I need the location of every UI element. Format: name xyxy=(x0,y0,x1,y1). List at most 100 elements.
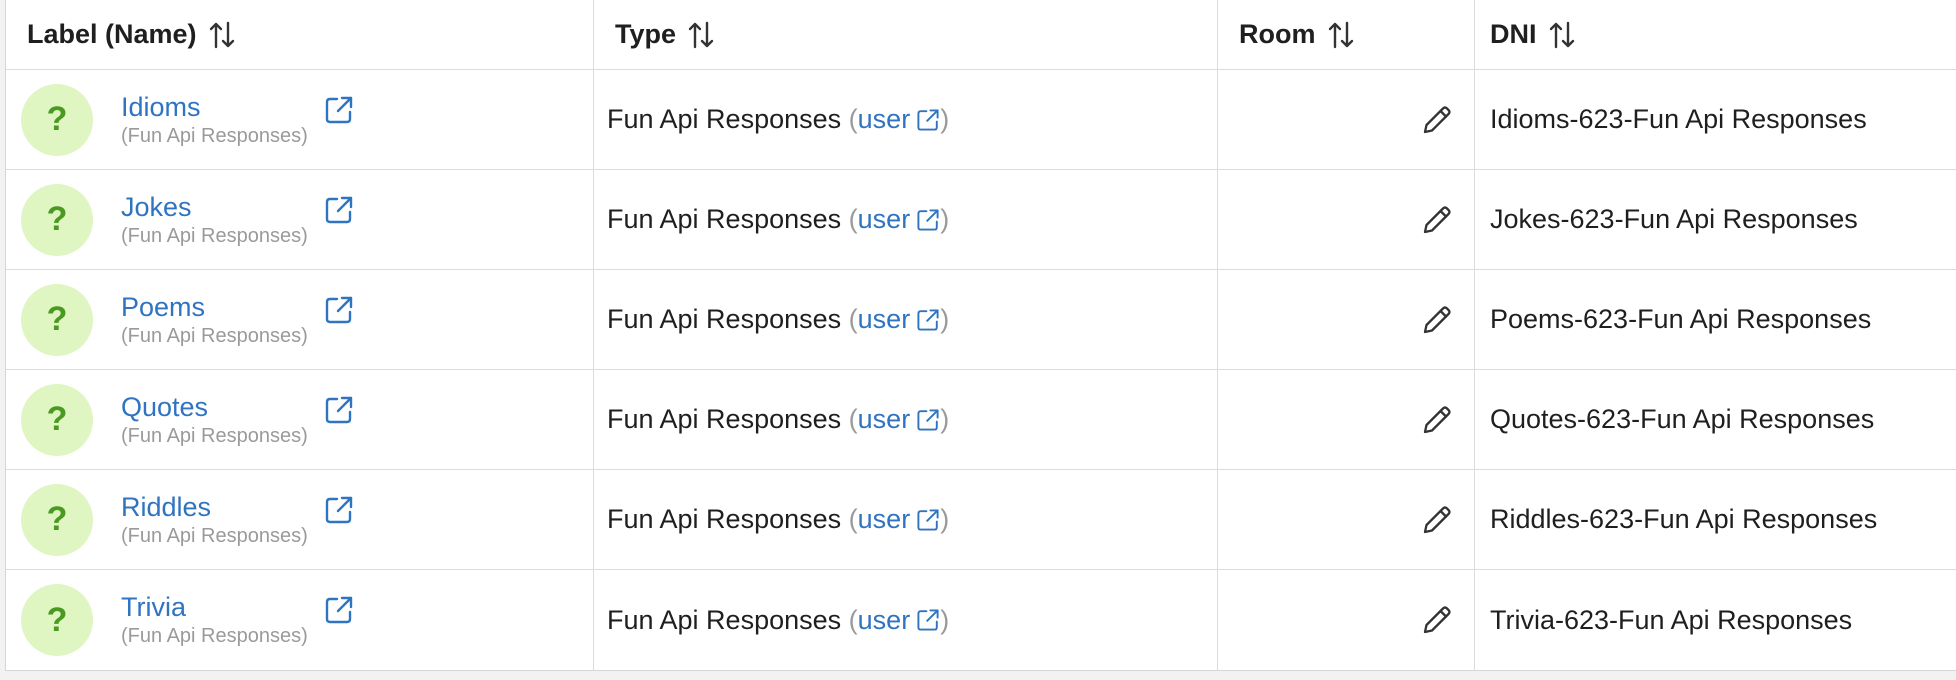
device-name-link[interactable]: Quotes xyxy=(121,392,313,422)
type-text: Fun Api Responses xyxy=(607,104,842,134)
type-text: Fun Api Responses xyxy=(607,504,842,534)
header-label-name[interactable]: Label (Name) xyxy=(6,0,594,70)
header-dni-text: DNI xyxy=(1490,19,1537,49)
type-text: Fun Api Responses xyxy=(607,404,842,434)
sort-arrows-icon[interactable] xyxy=(1549,20,1575,50)
pencil-icon[interactable] xyxy=(1420,303,1454,337)
external-link-icon[interactable] xyxy=(324,295,354,325)
pencil-icon[interactable] xyxy=(1420,603,1454,637)
table-row-type-cell: Fun Api Responses (user ) xyxy=(594,270,1218,370)
question-mark-avatar: ? xyxy=(21,183,93,256)
pencil-icon[interactable] xyxy=(1420,503,1454,537)
type-user-link[interactable]: user xyxy=(858,504,941,535)
device-name-subtitle: (Fun Api Responses) xyxy=(121,625,308,647)
table-row-room-cell xyxy=(1218,270,1475,370)
user-link-text: user xyxy=(857,404,911,434)
user-link-text: user xyxy=(857,604,911,635)
type-user-link[interactable]: user xyxy=(858,304,941,335)
external-link-icon[interactable] xyxy=(324,595,354,625)
paren-close: ) xyxy=(940,304,950,334)
external-link-icon[interactable] xyxy=(324,195,354,225)
external-link-icon xyxy=(916,608,940,632)
table-row-dni-cell: Idioms-623-Fun Api Responses xyxy=(1475,70,1956,170)
header-type[interactable]: Type xyxy=(594,0,1218,70)
header-label-name-text: Label (Name) xyxy=(27,19,197,49)
name-block: Idioms (Fun Api Responses) xyxy=(121,92,313,148)
device-name-link[interactable]: Idioms xyxy=(121,92,313,122)
table-row-name-cell: ? Idioms (Fun Api Responses) xyxy=(6,70,594,170)
external-link-icon xyxy=(916,208,940,232)
pencil-icon[interactable] xyxy=(1420,403,1454,437)
paren-close: ) xyxy=(940,604,950,635)
table-row-type-cell: Fun Api Responses (user ) xyxy=(594,170,1218,270)
paren-close: ) xyxy=(940,204,950,234)
sort-arrows-icon[interactable] xyxy=(209,20,235,50)
name-block: Poems (Fun Api Responses) xyxy=(121,292,313,348)
name-block: Quotes (Fun Api Responses) xyxy=(121,392,313,448)
name-block: Riddles (Fun Api Responses) xyxy=(121,492,313,548)
external-link-icon[interactable] xyxy=(324,395,354,425)
table-row-type-cell: Fun Api Responses (user ) xyxy=(594,70,1218,170)
question-mark-avatar: ? xyxy=(21,383,93,456)
pencil-icon[interactable] xyxy=(1420,103,1454,137)
device-name-link[interactable]: Poems xyxy=(121,292,313,322)
paren-open: ( xyxy=(848,604,858,635)
paren-close: ) xyxy=(940,504,950,534)
device-name-subtitle: (Fun Api Responses) xyxy=(121,324,308,347)
paren-open: ( xyxy=(848,104,858,134)
table-row-dni-cell: Quotes-623-Fun Api Responses xyxy=(1475,370,1956,470)
table-row-name-cell: ? Jokes (Fun Api Responses) xyxy=(6,170,594,270)
question-mark-avatar: ? xyxy=(21,283,93,356)
external-link-icon xyxy=(916,508,940,532)
external-link-icon xyxy=(916,308,940,332)
paren-open: ( xyxy=(848,204,858,234)
table-row-dni-cell: Jokes-623-Fun Api Responses xyxy=(1475,170,1956,270)
device-name-subtitle: (Fun Api Responses) xyxy=(121,124,308,147)
pencil-icon[interactable] xyxy=(1420,203,1454,237)
user-link-text: user xyxy=(857,504,911,534)
device-name-subtitle: (Fun Api Responses) xyxy=(121,224,308,247)
table-row-dni-cell: Poems-623-Fun Api Responses xyxy=(1475,270,1956,370)
type-user-link[interactable]: user xyxy=(858,404,941,435)
table-row-room-cell xyxy=(1218,170,1475,270)
header-room[interactable]: Room xyxy=(1218,0,1475,70)
paren-close: ) xyxy=(940,104,950,134)
table-row-type-cell: Fun Api Responses (user ) xyxy=(594,570,1218,670)
device-name-subtitle: (Fun Api Responses) xyxy=(121,524,308,547)
table-row-type-cell: Fun Api Responses (user ) xyxy=(594,370,1218,470)
device-name-link[interactable]: Jokes xyxy=(121,192,313,222)
name-block: Trivia (Fun Api Responses) xyxy=(121,592,313,648)
devices-table: Label (Name) Type Room DNI ? Idioms (Fun… xyxy=(5,0,1956,671)
type-user-link[interactable]: user xyxy=(858,104,941,135)
header-dni[interactable]: DNI xyxy=(1475,0,1956,70)
external-link-icon xyxy=(916,408,940,432)
header-type-text: Type xyxy=(615,19,677,49)
table-row-dni-cell: Riddles-623-Fun Api Responses xyxy=(1475,470,1956,570)
device-name-link[interactable]: Trivia xyxy=(121,592,313,622)
sort-arrows-icon[interactable] xyxy=(688,20,714,50)
sort-arrows-icon[interactable] xyxy=(1328,20,1354,50)
header-room-text: Room xyxy=(1239,19,1316,49)
external-link-icon[interactable] xyxy=(324,495,354,525)
paren-open: ( xyxy=(848,404,858,434)
table-row-room-cell xyxy=(1218,570,1475,670)
table-row-name-cell: ? Poems (Fun Api Responses) xyxy=(6,270,594,370)
external-link-icon[interactable] xyxy=(324,95,354,125)
user-link-text: user xyxy=(857,204,911,234)
device-name-link[interactable]: Riddles xyxy=(121,492,313,522)
name-block: Jokes (Fun Api Responses) xyxy=(121,192,313,248)
type-user-link[interactable]: user xyxy=(858,605,941,636)
paren-close: ) xyxy=(940,404,950,434)
table-row-type-cell: Fun Api Responses (user ) xyxy=(594,470,1218,570)
question-mark-avatar: ? xyxy=(21,83,93,156)
table-row-name-cell: ? Trivia (Fun Api Responses) xyxy=(6,570,594,670)
question-mark-avatar: ? xyxy=(21,584,93,656)
paren-open: ( xyxy=(848,504,858,534)
type-user-link[interactable]: user xyxy=(858,204,941,235)
question-mark-avatar: ? xyxy=(21,483,93,556)
table-row-room-cell xyxy=(1218,470,1475,570)
table-row-room-cell xyxy=(1218,370,1475,470)
type-text: Fun Api Responses xyxy=(607,304,842,334)
table-grid: Label (Name) Type Room DNI ? Idioms (Fun… xyxy=(6,0,1956,670)
type-text: Fun Api Responses xyxy=(607,204,842,234)
